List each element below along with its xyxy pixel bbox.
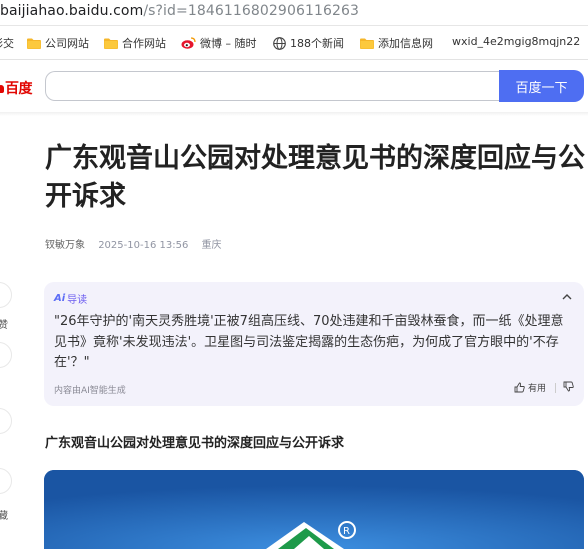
side-label-collect: 藏: [0, 511, 8, 522]
folder-icon: [104, 38, 118, 49]
article-title: 广东观音山公园对处理意见书的深度回应与公开诉求: [45, 143, 585, 212]
ai-badge: Ai: [54, 293, 66, 304]
bookmark-label: 彩交: [0, 37, 14, 50]
feedback-divider: [555, 383, 556, 393]
bookmark-label: 合作网站: [122, 37, 166, 50]
baidu-logo[interactable]: 百度: [0, 78, 33, 98]
publish-date: 2025-10-16 13:56: [98, 240, 189, 251]
folder-icon: [360, 38, 374, 49]
useful-button[interactable]: 有用: [514, 381, 546, 394]
like-icon[interactable]: [0, 282, 12, 308]
folder-icon: [27, 38, 41, 49]
url-domain: baijiahao.baidu.com: [0, 3, 144, 19]
ai-guide-label: 导读: [67, 295, 88, 306]
bookmark-wxid[interactable]: wxid_4e2mgig8mqjn22: [452, 35, 580, 48]
comment-icon[interactable]: [0, 342, 12, 368]
thumbs-up-icon: [514, 382, 525, 393]
side-label-like: 赞: [0, 320, 8, 331]
search-button[interactable]: 百度一下: [499, 70, 584, 102]
globe-icon: [273, 36, 286, 50]
bookmark-item[interactable]: 彩交: [0, 35, 14, 51]
bookmark-folder-info[interactable]: 添加信息网: [360, 35, 438, 51]
bookmark-weibo[interactable]: 微博 – 随时: [181, 35, 260, 51]
ai-guide-header: Ai 导读: [54, 291, 87, 306]
article-subtitle: 广东观音山公园对处理意见书的深度回应与公开诉求: [45, 436, 345, 451]
header-divider: [0, 112, 588, 116]
bookmark-label: wxid_4e2mgig8mqjn22: [452, 35, 581, 48]
ai-footer-note: 内容由AI智能生成: [54, 386, 126, 396]
bookmark-label: 188个新闻: [290, 37, 344, 50]
address-bar[interactable]: baijiahao.baidu.com/s?id=184611680290611…: [0, 0, 588, 26]
svg-text:R: R: [343, 526, 350, 537]
share-icon[interactable]: [0, 408, 12, 434]
thumbs-down-icon: [563, 381, 574, 392]
useful-label: 有用: [527, 384, 546, 394]
publish-location: 重庆: [201, 240, 222, 251]
bookmark-news[interactable]: 188个新闻: [273, 35, 350, 51]
search-input[interactable]: [45, 71, 500, 101]
author-name[interactable]: 钗敏万象: [45, 240, 85, 251]
bookmark-folder-company[interactable]: 公司网站: [27, 35, 89, 51]
ai-guide-box: Ai 导读 "26年守护的'南天灵秀胜境'正被7组高压线、70处违建和千亩毁林蚕…: [44, 282, 584, 406]
search-header: 百度 百度一下: [0, 68, 588, 104]
article-image[interactable]: R: [44, 470, 584, 549]
bookmark-label: 公司网站: [45, 37, 89, 50]
logo-text: 百度: [5, 81, 33, 97]
weibo-icon: [181, 37, 196, 49]
not-useful-button[interactable]: [563, 381, 574, 392]
park-logo-image: R: [44, 470, 584, 549]
article-meta: 钗敏万象 2025-10-16 13:56 重庆: [45, 236, 232, 251]
paw-icon: [0, 85, 4, 93]
url-text[interactable]: baijiahao.baidu.com/s?id=184611680290611…: [0, 3, 359, 19]
bookmark-label: 微博 – 随时: [200, 37, 257, 50]
bookmarks-bar: 彩交 公司网站 合作网站 微博 – 随时 188个新闻 添加信息网 wxid_4…: [0, 26, 588, 60]
collapse-icon[interactable]: [562, 290, 572, 303]
ai-guide-text: "26年守护的'南天灵秀胜境'正被7组高压线、70处违建和千亩毁林蚕食，而一纸《…: [54, 314, 564, 370]
bookmark-folder-partner[interactable]: 合作网站: [104, 35, 166, 51]
collect-icon[interactable]: [0, 468, 12, 494]
bookmark-label: 添加信息网: [378, 37, 433, 50]
url-path: /s?id=1846116802906116263: [143, 3, 359, 19]
